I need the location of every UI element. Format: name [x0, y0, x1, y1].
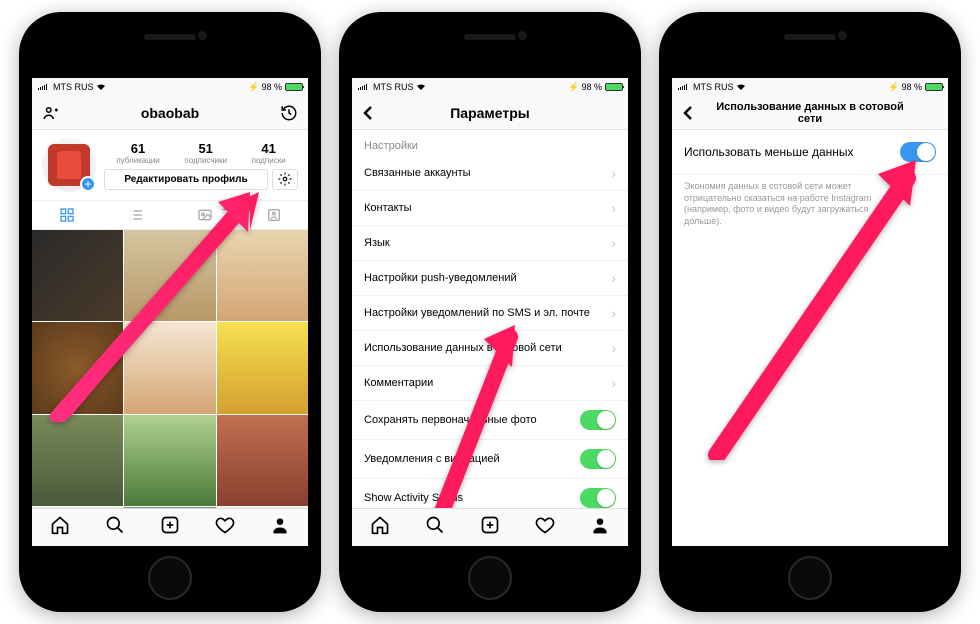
grid-photo[interactable]	[32, 230, 123, 321]
tab-add[interactable]	[480, 515, 500, 540]
row-push[interactable]: Настройки push-уведомлений›	[352, 261, 628, 296]
row-sms-email[interactable]: Настройки уведомлений по SMS и эл. почте…	[352, 296, 628, 331]
description-text: Экономия данных в сотовой сети может отр…	[672, 175, 948, 234]
row-use-less-data[interactable]: Использовать меньше данных	[672, 130, 948, 175]
add-story-badge[interactable]: +	[80, 176, 96, 192]
back-button[interactable]	[362, 105, 384, 121]
home-button[interactable]	[468, 556, 512, 600]
grid-photo[interactable]	[217, 322, 308, 413]
stat-followers[interactable]: 51подписчики	[184, 141, 227, 165]
tagged-tab[interactable]	[239, 201, 308, 229]
tab-activity[interactable]	[535, 515, 555, 540]
nav-header: Параметры	[352, 96, 628, 130]
row-contacts[interactable]: Контакты›	[352, 191, 628, 226]
phone-settings: MTS RUS ⚡98 % Параметры Настройки Связан…	[339, 12, 641, 612]
settings-gear-button[interactable]	[272, 169, 298, 190]
page-title: Параметры	[384, 105, 596, 121]
tab-search[interactable]	[425, 515, 445, 540]
profile-username[interactable]: obaobab	[64, 105, 276, 121]
grid-photo[interactable]	[124, 415, 215, 506]
home-button[interactable]	[788, 556, 832, 600]
row-save-originals[interactable]: Сохранять первоначальные фото	[352, 401, 628, 440]
row-vibration[interactable]: Уведомления с вибрацией	[352, 440, 628, 479]
stat-posts[interactable]: 61публикации	[116, 141, 159, 165]
grid-photo[interactable]	[124, 230, 215, 321]
photos-of-you-tab[interactable]	[170, 201, 239, 229]
stat-following[interactable]: 41подписки	[252, 141, 286, 165]
tab-profile[interactable]	[590, 515, 610, 540]
edit-profile-button[interactable]: Редактировать профиль	[104, 169, 268, 190]
grid-photo[interactable]	[217, 230, 308, 321]
home-button[interactable]	[148, 556, 192, 600]
row-cellular-data[interactable]: Использование данных в сотовой сети›	[352, 331, 628, 366]
tab-home[interactable]	[370, 515, 390, 540]
status-bar: MTS RUS ⚡98 %	[672, 78, 948, 96]
grid-photo[interactable]	[32, 507, 123, 508]
row-comments[interactable]: Комментарии›	[352, 366, 628, 401]
toggle-switch[interactable]	[580, 488, 616, 508]
tab-bar	[352, 508, 628, 546]
row-activity-status[interactable]: Show Activity Status	[352, 479, 628, 508]
history-icon[interactable]	[276, 104, 298, 122]
list-tab[interactable]	[101, 201, 170, 229]
toggle-switch[interactable]	[900, 142, 936, 162]
grid-photo[interactable]	[32, 322, 123, 413]
toggle-switch[interactable]	[580, 410, 616, 430]
tab-activity[interactable]	[215, 515, 235, 540]
profile-view-tabs	[32, 200, 308, 230]
grid-photo[interactable]	[32, 415, 123, 506]
tab-profile[interactable]	[270, 515, 290, 540]
phone-data-usage: MTS RUS ⚡98 % Использование данных в сот…	[659, 12, 961, 612]
add-friend-icon[interactable]	[42, 104, 64, 122]
status-bar: MTS RUS ⚡98 %	[32, 78, 308, 96]
nav-header: obaobab	[32, 96, 308, 130]
phone-profile: MTS RUS ⚡98 % obaobab +	[19, 12, 321, 612]
back-button[interactable]	[682, 105, 704, 121]
tab-home[interactable]	[50, 515, 70, 540]
page-title: Использование данных в сотовой сети	[704, 101, 916, 125]
grid-photo[interactable]	[124, 507, 215, 508]
grid-photo[interactable]	[124, 322, 215, 413]
avatar[interactable]: +	[42, 138, 96, 192]
row-linked-accounts[interactable]: Связанные аккаунты›	[352, 156, 628, 191]
nav-header: Использование данных в сотовой сети	[672, 96, 948, 130]
section-header: Настройки	[352, 130, 628, 156]
grid-tab[interactable]	[32, 201, 101, 229]
photo-grid	[32, 230, 308, 508]
status-bar: MTS RUS ⚡98 %	[352, 78, 628, 96]
tab-bar	[32, 508, 308, 546]
row-language[interactable]: Язык›	[352, 226, 628, 261]
toggle-switch[interactable]	[580, 449, 616, 469]
tab-search[interactable]	[105, 515, 125, 540]
grid-photo[interactable]	[217, 507, 308, 508]
grid-photo[interactable]	[217, 415, 308, 506]
tab-add[interactable]	[160, 515, 180, 540]
